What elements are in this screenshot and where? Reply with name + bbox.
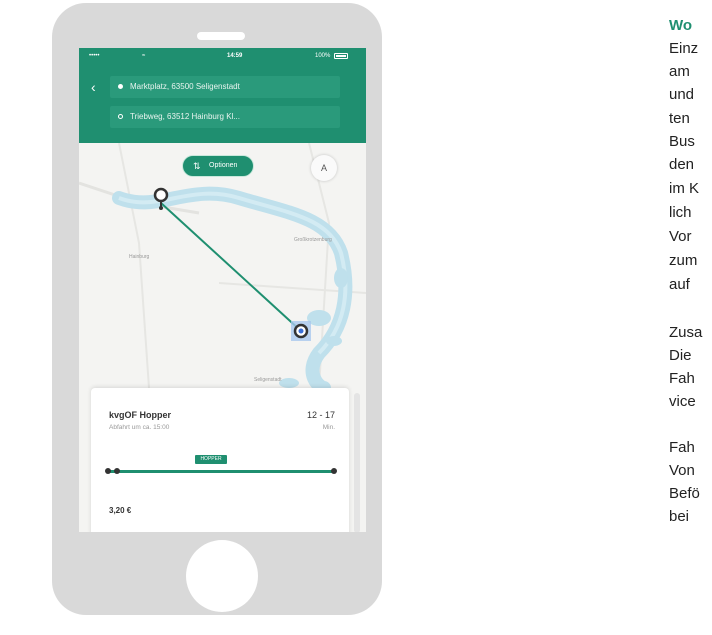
article-line: und [669, 86, 695, 103]
trip-timeline [109, 470, 335, 473]
map-view[interactable]: Hainburg Großkrotzenburg Seligenstadt ⇅ … [79, 142, 366, 395]
article-line: Befö [669, 485, 700, 502]
app-header: ••••• ≈ 14:59 100% ‹ Marktplatz, 63500 S… [79, 48, 366, 143]
place-label-grosskrotzenburg: Großkrotzenburg [294, 237, 332, 243]
duration-unit: Min. [322, 424, 335, 431]
options-button[interactable]: ⇅ Optionen [182, 155, 254, 177]
current-location-dot [298, 328, 304, 334]
article-line: Vor [669, 228, 692, 245]
wifi-icon: ≈ [142, 53, 146, 59]
article-text-column: Wo Einz am und ten Bus den im K lich Vor zum auf Zu… [669, 0, 712, 635]
origin-text: Marktplatz, 63500 Seligenstadt [130, 82, 240, 91]
timeline-end-dot [331, 468, 337, 474]
hopper-badge: HOPPER [195, 455, 227, 464]
article-line: den [669, 156, 695, 173]
phone-speaker [197, 32, 245, 40]
origin-field[interactable]: Marktplatz, 63500 Seligenstadt [110, 76, 340, 98]
destination-field[interactable]: Triebweg, 63512 Hainburg Kl... [110, 106, 340, 128]
article-heading: Wo [669, 17, 693, 34]
article-line: Fah [669, 439, 695, 456]
options-label: Optionen [209, 162, 238, 169]
article-line: Bus [669, 133, 695, 150]
origin-dot-icon [118, 84, 123, 89]
article-line: Von [669, 462, 695, 479]
destination-text: Triebweg, 63512 Hainburg Kl... [130, 112, 240, 121]
map-lake [279, 378, 299, 388]
destination-dot-icon [118, 114, 123, 119]
map-lake [326, 336, 342, 346]
home-button[interactable] [186, 540, 258, 612]
battery-percent: 100% [315, 53, 331, 59]
place-label-seligenstadt: Seligenstadt [254, 377, 282, 383]
article-line: Die [669, 347, 692, 364]
article-line: Zusa [669, 324, 703, 341]
trip-duration: 12 - 17 [306, 410, 335, 420]
filter-icon: ⇅ [193, 161, 201, 171]
back-icon[interactable]: ‹ [91, 80, 96, 94]
timeline-start-dot [105, 468, 111, 474]
article-line: lich [669, 204, 692, 221]
sheet-scrollbar[interactable] [354, 393, 360, 532]
start-marker-base [159, 206, 163, 210]
start-marker-icon [153, 187, 169, 203]
article-line: auf [669, 276, 690, 293]
article-line: bei [669, 508, 690, 525]
article-line: vice [669, 393, 696, 410]
signal-indicator: ••••• [89, 53, 100, 59]
compass-button[interactable]: A [311, 155, 337, 181]
place-label-hainburg: Hainburg [129, 254, 150, 260]
status-time: 14:59 [227, 53, 243, 59]
article-line: Einz [669, 40, 699, 57]
article-line: im K [669, 180, 699, 197]
phone-frame: ••••• ≈ 14:59 100% ‹ Marktplatz, 63500 S… [52, 3, 382, 615]
trip-price: 3,20 € [109, 506, 132, 515]
article-line: ten [669, 110, 690, 127]
battery-icon [334, 53, 348, 59]
map-lake [334, 268, 348, 288]
article-line: zum [669, 252, 698, 269]
service-name: kvgOF Hopper [109, 410, 172, 420]
article-line: am [669, 63, 690, 80]
article-line: Fah [669, 370, 695, 387]
trip-card[interactable]: kvgOF Hopper Abfahrt um ca. 15:00 12 - 1… [91, 388, 349, 532]
status-bar: ••••• ≈ 14:59 100% [79, 48, 366, 66]
timeline-walk-dot [114, 468, 120, 474]
departure-time: Abfahrt um ca. 15:00 [109, 424, 170, 431]
app-screen: ••••• ≈ 14:59 100% ‹ Marktplatz, 63500 S… [79, 48, 366, 532]
